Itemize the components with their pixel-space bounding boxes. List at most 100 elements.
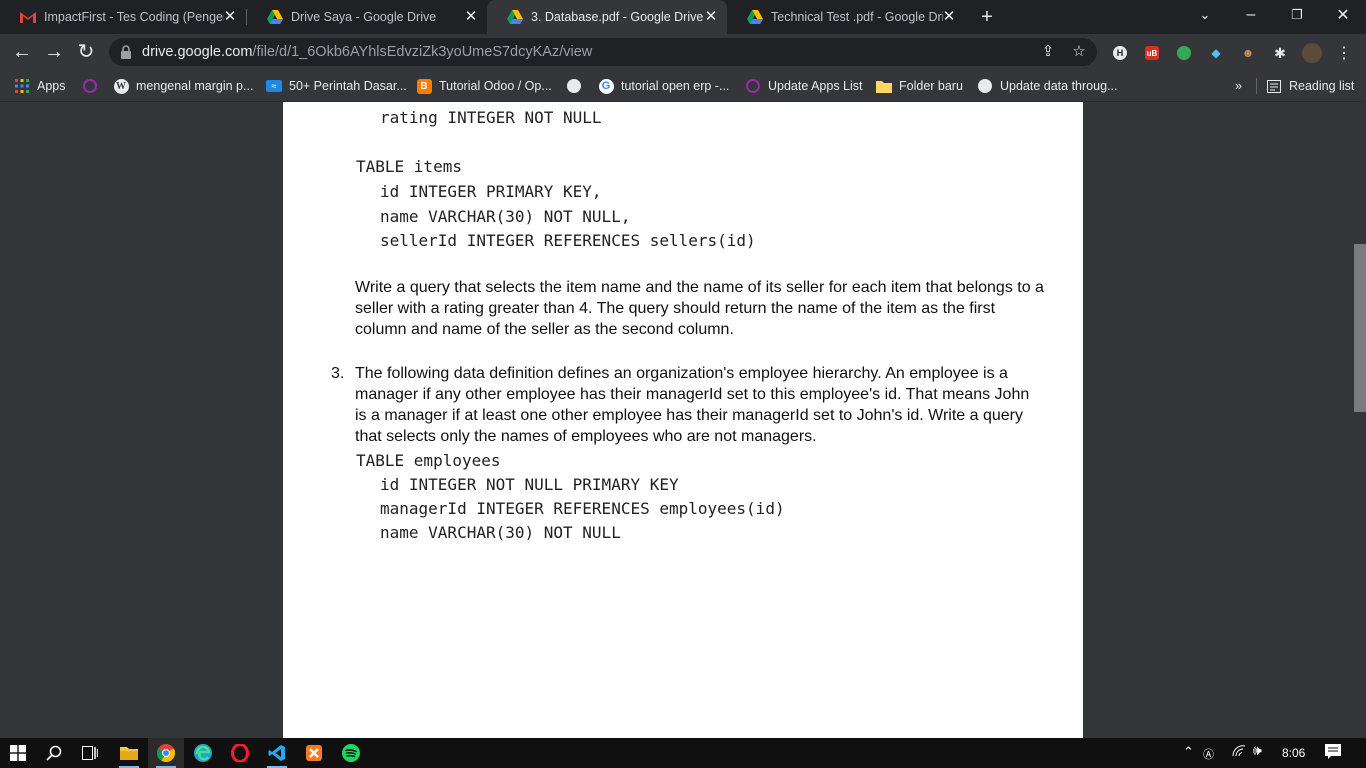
- extension-shield-icon[interactable]: uB: [1142, 43, 1162, 63]
- bookmark-folder[interactable]: Folder baru: [876, 77, 963, 95]
- chrome-icon[interactable]: [148, 738, 184, 768]
- chevron-double-icon: »: [1235, 79, 1242, 93]
- bookmark-globe[interactable]: [566, 77, 589, 95]
- restore-button[interactable]: ❐: [1274, 0, 1320, 30]
- code-line: name VARCHAR(30) NOT NULL,: [380, 207, 631, 226]
- wave-icon: ≈: [266, 78, 282, 94]
- circle-icon: [82, 78, 98, 94]
- forward-icon[interactable]: →: [42, 40, 66, 64]
- gmail-icon: [20, 9, 36, 25]
- folder-icon: [876, 78, 892, 94]
- bookmark-circle[interactable]: [82, 77, 105, 95]
- code-line: sellerId INTEGER REFERENCES sellers(id): [380, 231, 756, 250]
- pdf-viewer: rating INTEGER NOT NULL TABLE items id I…: [0, 102, 1366, 738]
- back-icon[interactable]: ←: [10, 40, 34, 64]
- url-text: drive.google.com/file/d/1_6Okb6AYhlsEdvz…: [142, 44, 593, 60]
- xampp-icon[interactable]: [296, 738, 332, 768]
- scrollbar-thumb[interactable]: [1354, 244, 1366, 412]
- bookmarks-overflow[interactable]: »: [1235, 77, 1242, 95]
- bookmark-odoo[interactable]: B Tutorial Odoo / Op...: [416, 77, 552, 95]
- tab-strip: ImpactFirst - Tes Coding (Pengem ✕ Drive…: [0, 0, 1366, 34]
- code-line: TABLE items: [356, 157, 462, 176]
- vscode-icon[interactable]: [259, 738, 295, 768]
- wifi-icon[interactable]: [1232, 743, 1248, 762]
- bookmark-label: Apps: [37, 79, 66, 93]
- bookmark-margin[interactable]: W mengenal margin p...: [113, 77, 253, 95]
- close-icon[interactable]: ✕: [941, 9, 957, 25]
- close-icon[interactable]: ✕: [222, 9, 238, 25]
- close-icon[interactable]: ✕: [703, 9, 719, 25]
- bookmark-divider: [1256, 78, 1257, 94]
- volume-icon[interactable]: 🕪: [1253, 742, 1262, 759]
- bookmark-label: Update data throug...: [1000, 79, 1118, 93]
- extension-green-icon[interactable]: [1174, 43, 1194, 63]
- avatar[interactable]: [1302, 43, 1322, 63]
- minimize-button[interactable]: –: [1228, 0, 1274, 30]
- question-3-text: The following data definition defines an…: [355, 365, 1030, 445]
- lock-icon: [121, 45, 131, 59]
- bookmark-label: mengenal margin p...: [136, 79, 254, 93]
- opera-icon[interactable]: [222, 738, 258, 768]
- bookmark-label: Update Apps List: [768, 79, 863, 93]
- close-window-button[interactable]: ✕: [1320, 0, 1366, 30]
- reading-list-button[interactable]: Reading list: [1266, 77, 1354, 95]
- code-line: rating INTEGER NOT NULL: [380, 108, 602, 127]
- bookmark-update-data[interactable]: Update data throug...: [977, 77, 1117, 95]
- tray-chevron-up-icon[interactable]: ⌃: [1183, 744, 1194, 760]
- wordpress-icon: W: [113, 78, 129, 94]
- clock[interactable]: 8:06: [1282, 746, 1305, 760]
- spotify-icon[interactable]: [333, 738, 369, 768]
- bookmark-label: Folder baru: [899, 79, 963, 93]
- close-icon[interactable]: ✕: [463, 9, 479, 25]
- windows-start-icon[interactable]: [0, 738, 36, 768]
- bookmark-update-apps[interactable]: Update Apps List: [745, 77, 863, 95]
- extension-gem-icon[interactable]: ◆: [1206, 43, 1226, 63]
- address-bar[interactable]: drive.google.com/file/d/1_6Okb6AYhlsEdvz…: [109, 38, 1097, 66]
- code-line: id INTEGER PRIMARY KEY,: [380, 182, 602, 201]
- code-line: id INTEGER NOT NULL PRIMARY KEY: [380, 475, 679, 494]
- google-drive-icon: [267, 9, 283, 25]
- extension-character-icon[interactable]: ☻: [1238, 43, 1258, 63]
- bookmark-star-icon[interactable]: ☆: [1070, 43, 1088, 61]
- bookmark-perintah[interactable]: ≈ 50+ Perintah Dasar...: [266, 77, 407, 95]
- globe-icon: [566, 78, 582, 94]
- notification-icon[interactable]: [1325, 744, 1341, 763]
- bookmark-label: Reading list: [1289, 79, 1355, 93]
- bookmarks-bar: Apps W mengenal margin p... ≈ 50+ Perint…: [0, 70, 1366, 102]
- share-icon[interactable]: ⇪: [1039, 43, 1057, 61]
- bookmark-apps[interactable]: Apps: [14, 77, 66, 95]
- menu-kebab-icon[interactable]: ⋮: [1334, 43, 1354, 63]
- search-icon[interactable]: [36, 738, 72, 768]
- question-number: 3.: [331, 365, 345, 382]
- tab-title: 3. Database.pdf - Google Drive: [531, 10, 704, 24]
- tab-impactfirst[interactable]: ImpactFirst - Tes Coding (Pengem ✕: [0, 0, 246, 34]
- google-icon: G: [598, 78, 614, 94]
- bookmark-label: Tutorial Odoo / Op...: [439, 79, 552, 93]
- extensions-puzzle-icon[interactable]: ✱: [1270, 43, 1290, 63]
- question-2-text: Write a query that selects the item name…: [355, 279, 1044, 338]
- bookmark-label: tutorial open erp -...: [621, 79, 730, 93]
- tab-database-pdf[interactable]: 3. Database.pdf - Google Drive ✕: [487, 0, 727, 34]
- file-explorer-icon[interactable]: [111, 738, 147, 768]
- extension-h-icon[interactable]: H: [1110, 43, 1130, 63]
- reload-icon[interactable]: ↻: [74, 40, 98, 64]
- task-view-icon[interactable]: [72, 738, 108, 768]
- tray-keyboard-icon[interactable]: Ⓐ: [1203, 746, 1214, 762]
- edge-icon[interactable]: [185, 738, 221, 768]
- tab-title: ImpactFirst - Tes Coding (Pengem: [44, 10, 224, 24]
- bookmark-openerp[interactable]: G tutorial open erp -...: [598, 77, 729, 95]
- blogger-icon: B: [416, 78, 432, 94]
- tab-drive-saya[interactable]: Drive Saya - Google Drive ✕: [247, 0, 487, 34]
- reading-list-icon: [1266, 78, 1282, 94]
- google-drive-icon: [507, 9, 523, 25]
- tab-technical-test[interactable]: Technical Test .pdf - Google Drive ✕: [727, 0, 965, 34]
- code-line: name VARCHAR(30) NOT NULL: [380, 523, 621, 542]
- pdf-page: rating INTEGER NOT NULL TABLE items id I…: [283, 102, 1083, 738]
- code-line: managerId INTEGER REFERENCES employees(i…: [380, 499, 785, 518]
- apps-grid-icon: [14, 78, 30, 94]
- new-tab-button[interactable]: +: [976, 5, 998, 29]
- tab-search-button[interactable]: ⌄: [1182, 0, 1228, 30]
- tab-title: Technical Test .pdf - Google Drive: [771, 10, 943, 24]
- tab-title: Drive Saya - Google Drive: [291, 10, 437, 24]
- bookmark-label: 50+ Perintah Dasar...: [289, 79, 407, 93]
